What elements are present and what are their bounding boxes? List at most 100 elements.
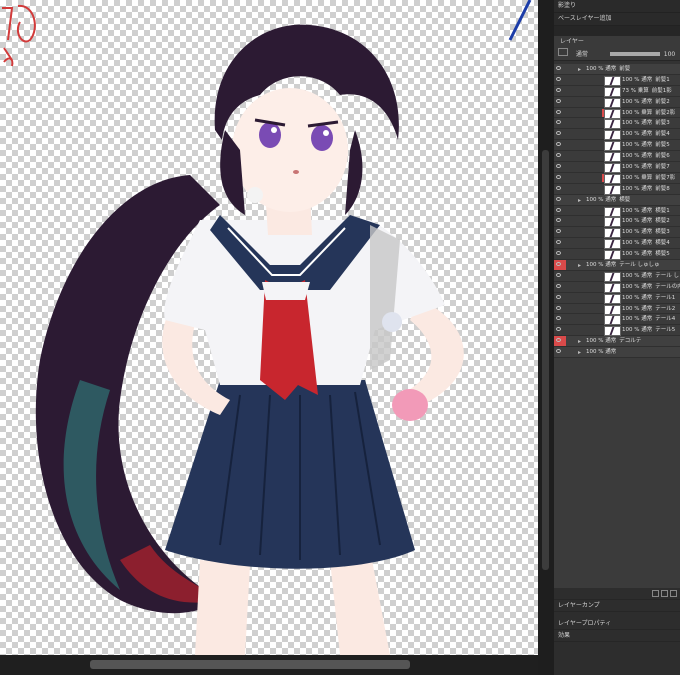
eye-icon[interactable] [556,305,561,310]
eye-icon[interactable] [556,207,561,212]
visibility-toggle[interactable] [554,162,566,172]
eye-icon[interactable] [556,98,561,103]
layer-row[interactable]: 100 % 通常 横髪5 [554,249,680,261]
lock-icon[interactable] [558,48,568,56]
visibility-toggle[interactable] [554,184,566,194]
visibility-toggle[interactable] [554,293,566,303]
visibility-toggle[interactable] [554,271,566,281]
visibility-toggle[interactable] [554,238,566,248]
blend-mode-select[interactable]: 通常 [576,49,588,61]
eye-icon[interactable] [556,262,561,267]
visibility-toggle[interactable] [554,206,566,216]
layer-row[interactable]: 100 % 通常 前髪5 [554,140,680,152]
layer-row[interactable]: 100 % 通常 テール2 [554,304,680,315]
layer-row[interactable]: 100 % 乗算 前髪2影 [554,108,680,119]
layer-row[interactable]: 100 % 通常 前髪4 [554,129,680,141]
layer-row[interactable]: 73 % 乗算 前髪1影 [554,86,680,97]
eye-icon[interactable] [556,131,561,136]
layer-row[interactable]: 100 % 通常 横髪1 [554,206,680,217]
layer-folder-row[interactable]: ▸ 100 % 通常 テール しゅしゅ [554,260,680,271]
layer-row[interactable]: 100 % 通常 テール5 [554,325,680,337]
layer-row[interactable]: 100 % 通常テール しゅしゅ [554,271,680,282]
visibility-toggle[interactable] [554,282,566,292]
tab-layer-comp[interactable]: レイヤーカンプ [554,600,680,612]
layer-row[interactable]: 100 % 通常 横髪3 [554,227,680,239]
layer-row[interactable]: 100 % 通常テールの内側 [554,282,680,293]
visibility-toggle[interactable] [554,108,566,118]
visibility-toggle[interactable] [554,118,566,128]
visibility-toggle[interactable] [554,97,566,107]
layer-folder-row[interactable]: ▸ 100 % 通常 デコルテ [554,336,680,348]
layer-folder-row[interactable]: ▸ 100 % 通常 横髪 [554,194,680,206]
eye-icon[interactable] [556,142,561,147]
eye-icon[interactable] [556,218,561,223]
layer-row[interactable]: 100 % 乗算 前髪7影 [554,173,680,184]
tab-layer-property[interactable]: レイヤープロパティ [554,618,680,630]
eye-icon[interactable] [556,185,561,190]
visibility-toggle[interactable] [554,227,566,237]
breadcrumb[interactable]: ベースレイヤー追加 [554,13,680,26]
layer-row[interactable]: 100 % 通常 前髪3 [554,118,680,130]
layer-folder-row[interactable]: ▸ 100 % 通常 前髪 [554,64,680,75]
visibility-toggle[interactable] [554,129,566,139]
folder-icon[interactable]: ▸ [578,349,581,356]
eye-icon[interactable] [556,120,561,125]
visibility-toggle[interactable] [554,304,566,314]
eye-icon[interactable] [556,338,561,343]
drawing-canvas[interactable] [0,0,538,655]
visibility-toggle[interactable] [554,216,566,226]
layer-list[interactable]: ▸ 100 % 通常 前髪 100 % 通常 前髪1 73 % 乗算 前髪1影 100 % 通… [554,64,680,588]
layer-row[interactable]: 100 % 通常 前髪6 [554,151,680,163]
eye-icon[interactable] [556,272,561,277]
visibility-toggle[interactable] [554,314,566,324]
layer-row[interactable]: 100 % 通常 前髪1 [554,75,680,86]
eye-icon[interactable] [556,294,561,299]
eye-icon[interactable] [556,109,561,114]
eye-icon[interactable] [556,240,561,245]
folder-icon[interactable] [661,590,668,597]
eye-icon[interactable] [556,349,561,354]
folder-icon[interactable]: ▸ [578,197,581,204]
visibility-toggle[interactable] [554,336,566,347]
opacity-slider[interactable] [609,52,660,56]
eye-icon[interactable] [556,316,561,321]
layer-row[interactable]: 100 % 通常 前髪8 [554,184,680,195]
eye-icon[interactable] [556,196,561,201]
layer-row[interactable]: 100 % 通常 前髪2 [554,97,680,108]
horizontal-scrollbar[interactable] [0,655,538,675]
eye-icon[interactable] [556,229,561,234]
eye-icon[interactable] [556,164,561,169]
visibility-toggle[interactable] [554,249,566,259]
visibility-toggle[interactable] [554,75,566,85]
layer-row[interactable]: 100 % 通常 テール4 [554,314,680,326]
visibility-toggle[interactable] [554,325,566,335]
visibility-toggle[interactable] [554,347,566,357]
layer-folder-row[interactable]: ▸ 100 % 通常 [554,347,680,359]
eye-icon[interactable] [556,153,561,158]
visibility-toggle[interactable] [554,64,566,74]
folder-icon[interactable]: ▸ [578,262,581,269]
trash-icon[interactable] [670,590,677,597]
eye-icon[interactable] [556,87,561,92]
eye-icon[interactable] [556,66,561,70]
folder-icon[interactable]: ▸ [578,66,581,73]
visibility-toggle[interactable] [554,140,566,150]
new-layer-icon[interactable] [652,590,659,597]
layer-row[interactable]: 100 % 通常 前髪7 [554,162,680,174]
visibility-toggle[interactable] [554,86,566,96]
layer-row[interactable]: 100 % 通常 テール1 [554,293,680,304]
eye-icon[interactable] [556,174,561,179]
eye-icon[interactable] [556,76,561,81]
scroll-thumb[interactable] [542,150,549,570]
visibility-toggle[interactable] [554,151,566,161]
vertical-scrollbar[interactable] [538,0,554,675]
eye-icon[interactable] [556,283,561,288]
folder-icon[interactable]: ▸ [578,338,581,345]
visibility-toggle[interactable] [554,260,566,270]
layer-row[interactable]: 100 % 通常 横髪4 [554,238,680,250]
visibility-toggle[interactable] [554,195,566,205]
eye-icon[interactable] [556,327,561,332]
layer-row[interactable]: 100 % 通常 横髪2 [554,216,680,228]
eye-icon[interactable] [556,251,561,256]
visibility-toggle[interactable] [554,173,566,183]
